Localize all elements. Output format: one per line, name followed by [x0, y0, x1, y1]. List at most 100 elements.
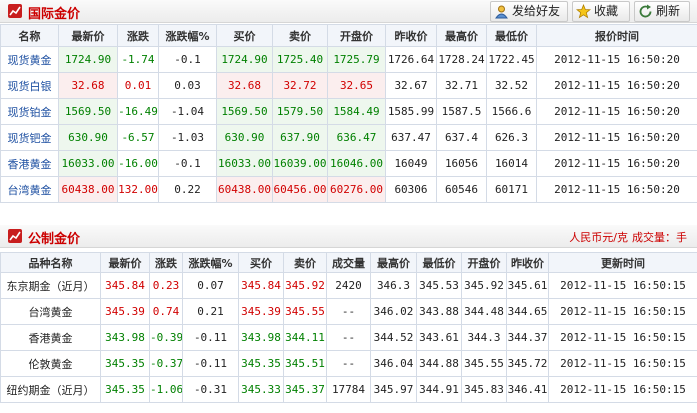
intl-header-row: 名称 最新价 涨跌 涨跌幅% 买价 卖价 开盘价 昨收价 最高价 最低价 报价时… — [0, 24, 697, 47]
table-cell: 637.47 — [385, 124, 437, 151]
col-header: 报价时间 — [536, 24, 697, 47]
col-header: 开盘价 — [327, 24, 386, 47]
table-cell: 60438.00 — [58, 176, 118, 203]
table-cell: 345.92 — [283, 272, 327, 299]
table-cell: -0.1 — [158, 150, 217, 177]
table-cell: 345.84 — [100, 272, 150, 299]
volume-unit: 手 — [676, 231, 687, 244]
col-header: 名称 — [0, 24, 59, 47]
table-cell: 1722.45 — [486, 46, 537, 73]
refresh-button[interactable]: 刷新 — [634, 1, 690, 22]
table-cell: 345.83 — [461, 376, 507, 403]
table-cell: 16056 — [436, 150, 487, 177]
table-cell: 345.72 — [506, 350, 549, 377]
table-cell: 344.3 — [461, 324, 507, 351]
table-cell: 0.01 — [117, 72, 159, 99]
table-cell: 60306 — [385, 176, 437, 203]
table-cell: -16.49 — [117, 98, 159, 125]
table-cell: 0.03 — [158, 72, 217, 99]
table-cell: 2012-11-15 16:50:20 — [536, 124, 697, 151]
public-price-table: 品种名称 最新价 涨跌 涨跌幅% 买价 卖价 成交量 最高价 最低价 开盘价 昨… — [0, 252, 697, 403]
col-header: 涨跌幅% — [158, 24, 217, 47]
table-row[interactable]: 纽约期金（近月） 345.35 -1.06 -0.31 345.33 345.37 1778… — [0, 376, 697, 403]
table-cell: 0.74 — [149, 298, 183, 325]
instrument-name[interactable]: 现货铂金 — [0, 98, 59, 125]
table-cell: 626.3 — [486, 124, 537, 151]
col-header: 昨收价 — [385, 24, 437, 47]
table-cell: 0.22 — [158, 176, 217, 203]
col-header: 最高价 — [436, 24, 487, 47]
table-row[interactable]: 现货黄金 1724.90 -1.74 -0.1 1724.90 1725.40 1725.7… — [0, 46, 697, 73]
table-cell: 637.4 — [436, 124, 487, 151]
col-header: 最高价 — [370, 252, 417, 273]
share-icon — [494, 4, 509, 19]
table-row[interactable]: 东京期金（近月） 345.84 0.23 0.07 345.84 345.92 2420 34… — [0, 272, 697, 299]
col-header: 涨跌 — [117, 24, 159, 47]
instrument-name[interactable]: 伦敦黄金 — [0, 350, 101, 377]
table-row[interactable]: 现货铂金 1569.50 -16.49 -1.04 1569.50 1579.50 1584… — [0, 98, 697, 125]
table-cell: 346.41 — [506, 376, 549, 403]
table-cell: -- — [326, 324, 371, 351]
table-cell: 32.52 — [486, 72, 537, 99]
col-header: 涨跌 — [149, 252, 183, 273]
table-cell: -1.74 — [117, 46, 159, 73]
table-cell: 343.98 — [100, 324, 150, 351]
table-row[interactable]: 伦敦黄金 345.35 -0.37 -0.11 345.35 345.51 -- 346.04… — [0, 350, 697, 377]
col-header: 卖价 — [272, 24, 328, 47]
instrument-name[interactable]: 现货白银 — [0, 72, 59, 99]
table-cell: 346.3 — [370, 272, 417, 299]
table-cell: 630.90 — [216, 124, 273, 151]
table-cell: 637.90 — [272, 124, 328, 151]
table-row[interactable]: 台湾黄金 60438.00 132.00 0.22 60438.00 60456.00 60… — [0, 176, 697, 203]
share-button[interactable]: 发给好友 — [490, 1, 568, 22]
instrument-name[interactable]: 台湾黄金 — [0, 176, 59, 203]
col-header: 最低价 — [416, 252, 462, 273]
table-cell: 344.48 — [461, 298, 507, 325]
table-row[interactable]: 香港黄金 343.98 -0.39 -0.11 343.98 344.11 -- 344.52… — [0, 324, 697, 351]
table-cell: 32.68 — [216, 72, 273, 99]
public-header-row: 品种名称 最新价 涨跌 涨跌幅% 买价 卖价 成交量 最高价 最低价 开盘价 昨… — [0, 252, 697, 273]
table-cell: 1724.90 — [58, 46, 118, 73]
table-cell: 345.84 — [238, 272, 284, 299]
table-cell: 2012-11-15 16:50:20 — [536, 46, 697, 73]
instrument-name[interactable]: 东京期金（近月） — [0, 272, 101, 299]
table-cell: 1566.6 — [486, 98, 537, 125]
table-cell: 1724.90 — [216, 46, 273, 73]
table-cell: 345.35 — [100, 376, 150, 403]
instrument-name[interactable]: 香港黄金 — [0, 150, 59, 177]
table-cell: 345.97 — [370, 376, 417, 403]
table-cell: 345.55 — [283, 298, 327, 325]
table-cell: 1587.5 — [436, 98, 487, 125]
table-cell: 1569.50 — [216, 98, 273, 125]
table-cell: 32.65 — [327, 72, 386, 99]
table-cell: -- — [326, 298, 371, 325]
table-cell: 636.47 — [327, 124, 386, 151]
table-cell: 2012-11-15 16:50:20 — [536, 72, 697, 99]
table-cell: 2012-11-15 16:50:20 — [536, 150, 697, 177]
table-cell: 1726.64 — [385, 46, 437, 73]
instrument-name[interactable]: 纽约期金（近月） — [0, 376, 101, 403]
table-cell: -0.31 — [182, 376, 239, 403]
instrument-name[interactable]: 台湾黄金 — [0, 298, 101, 325]
table-cell: 345.51 — [283, 350, 327, 377]
intl-header: 国际金价 发给好友 收藏 刷新 — [0, 0, 697, 23]
table-row[interactable]: 台湾黄金 345.39 0.74 0.21 345.39 345.55 -- 346.02 34… — [0, 298, 697, 325]
table-cell: 343.88 — [416, 298, 462, 325]
instrument-name[interactable]: 现货钯金 — [0, 124, 59, 151]
public-gold-panel: 公制金价 人民币元/克 成交量：手 品种名称 最新价 涨跌 涨跌幅% 买价 卖价 … — [0, 225, 697, 413]
table-cell: 344.91 — [416, 376, 462, 403]
table-row[interactable]: 香港黄金 16033.00 -16.00 -0.1 16033.00 16039.00 16… — [0, 150, 697, 177]
instrument-name[interactable]: 现货黄金 — [0, 46, 59, 73]
star-icon — [575, 3, 592, 19]
table-cell: 344.88 — [416, 350, 462, 377]
table-cell: 346.02 — [370, 298, 417, 325]
table-row[interactable]: 现货钯金 630.90 -6.57 -1.03 630.90 637.90 636.47 63… — [0, 124, 697, 151]
favorite-button[interactable]: 收藏 — [572, 1, 630, 22]
table-cell: 345.35 — [100, 350, 150, 377]
table-row[interactable]: 现货白银 32.68 0.01 0.03 32.68 32.72 32.65 32.67 32.… — [0, 72, 697, 99]
table-cell: 2012-11-15 16:50:20 — [536, 98, 697, 125]
table-cell: 345.37 — [283, 376, 327, 403]
col-header: 更新时间 — [548, 252, 697, 273]
unit-note: 人民币元/克 成交量：手 — [569, 229, 687, 245]
instrument-name[interactable]: 香港黄金 — [0, 324, 101, 351]
